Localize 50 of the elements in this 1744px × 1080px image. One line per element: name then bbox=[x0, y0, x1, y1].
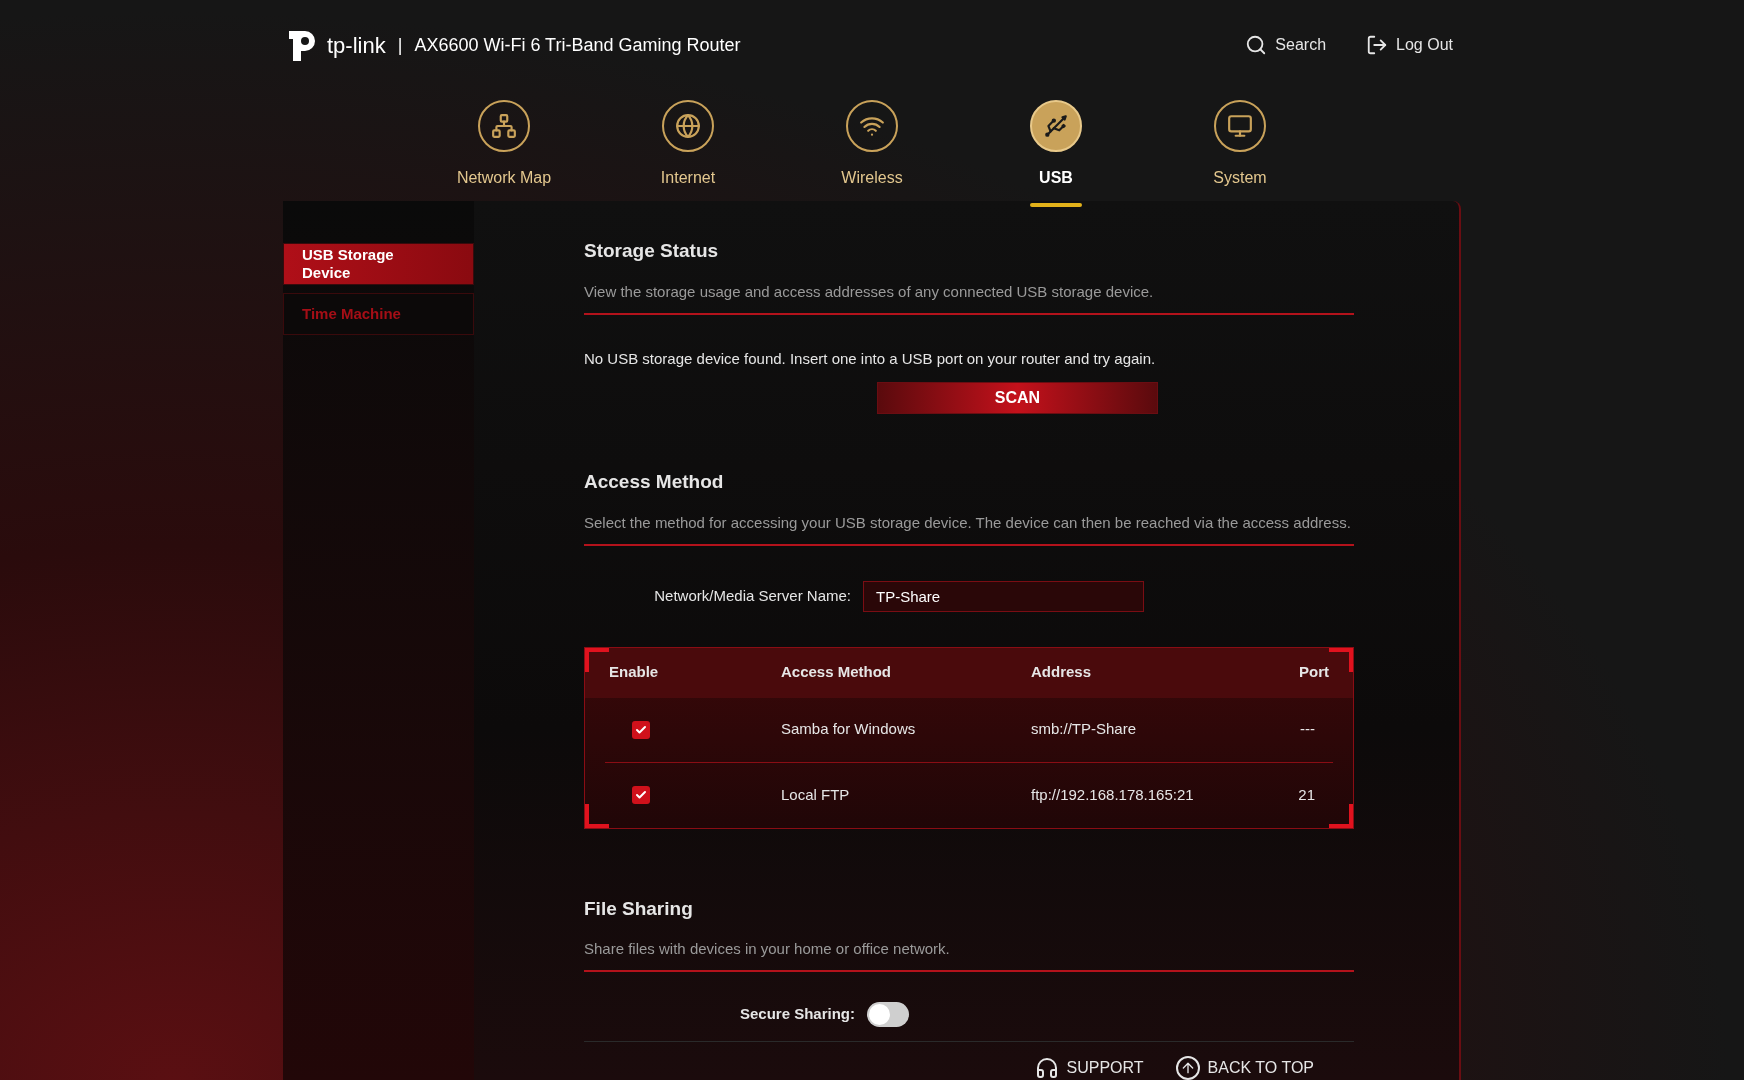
toggle-switch[interactable] bbox=[867, 1002, 909, 1027]
search-icon bbox=[1245, 34, 1268, 56]
section-title: File Sharing bbox=[584, 896, 694, 921]
back-to-top-link[interactable]: BACK TO TOP bbox=[1175, 1056, 1314, 1080]
status-message: No USB storage device found. Insert one into a USB port on your router and try again. bbox=[584, 348, 1157, 369]
field-label: Secure Sharing: bbox=[738, 1004, 856, 1025]
logout-button[interactable]: Log Out bbox=[1366, 33, 1453, 57]
nav-tab[interactable]: System bbox=[1148, 100, 1332, 201]
table-cell-text: Local FTP bbox=[781, 784, 850, 805]
nav-tab[interactable]: Internet bbox=[596, 100, 780, 201]
server-name-field[interactable]: TP-Share bbox=[863, 580, 1144, 612]
sidebar-item[interactable]: USB Storage Device bbox=[283, 243, 474, 285]
globe-icon bbox=[662, 100, 714, 152]
active-indicator bbox=[1030, 203, 1082, 207]
section-description: Select the method for accessing your USB storage device. The device can then be reached via the access address. bbox=[584, 513, 1351, 531]
usb-icon bbox=[1030, 100, 1082, 152]
column-header: Address bbox=[1031, 662, 1092, 683]
logo[interactable]: tp-link bbox=[283, 25, 386, 65]
monitor-icon bbox=[1214, 100, 1266, 152]
table-cell-text: --- bbox=[1300, 719, 1315, 740]
scan-button[interactable]: SCAN bbox=[877, 382, 1158, 414]
product-name: AX6600 Wi-Fi 6 Tri-Band Gaming Router bbox=[414, 33, 741, 57]
column-header: Enable bbox=[609, 662, 659, 683]
nav-tab[interactable]: Network Map bbox=[412, 100, 596, 201]
search-button[interactable]: Search bbox=[1245, 33, 1327, 57]
checkmark-icon bbox=[635, 723, 647, 736]
logout-icon bbox=[1366, 34, 1389, 56]
table-cell-text: Samba for Windows bbox=[781, 719, 916, 740]
separator: | bbox=[397, 33, 403, 57]
wifi-icon bbox=[846, 100, 898, 152]
network-icon bbox=[478, 100, 530, 152]
section-description: View the storage usage and access addresses of any connected USB storage device. bbox=[584, 282, 1154, 300]
field-label: Network/Media Server Name: bbox=[653, 585, 852, 606]
section-title: Access Method bbox=[584, 470, 725, 494]
checkbox[interactable] bbox=[632, 720, 650, 739]
section-description: Share files with devices in your home or office network. bbox=[584, 940, 950, 957]
section-title: Storage Status bbox=[584, 239, 720, 263]
table-cell-text: smb://TP-Share bbox=[1031, 719, 1137, 740]
table-cell-text: 21 bbox=[1298, 784, 1315, 805]
corner-bracket bbox=[1329, 803, 1353, 828]
support-link[interactable]: SUPPORT bbox=[1034, 1056, 1144, 1080]
arrow-up-icon bbox=[1175, 1056, 1200, 1080]
column-header: Access Method bbox=[781, 662, 892, 683]
column-header: Port bbox=[1299, 662, 1329, 683]
headset-icon bbox=[1034, 1056, 1059, 1080]
checkmark-icon bbox=[635, 789, 647, 801]
corner-bracket bbox=[585, 803, 609, 828]
table-cell-text: ftp://192.168.178.165:21 bbox=[1031, 784, 1194, 805]
checkbox[interactable] bbox=[632, 786, 650, 804]
nav-tab[interactable]: Wireless bbox=[780, 100, 964, 201]
